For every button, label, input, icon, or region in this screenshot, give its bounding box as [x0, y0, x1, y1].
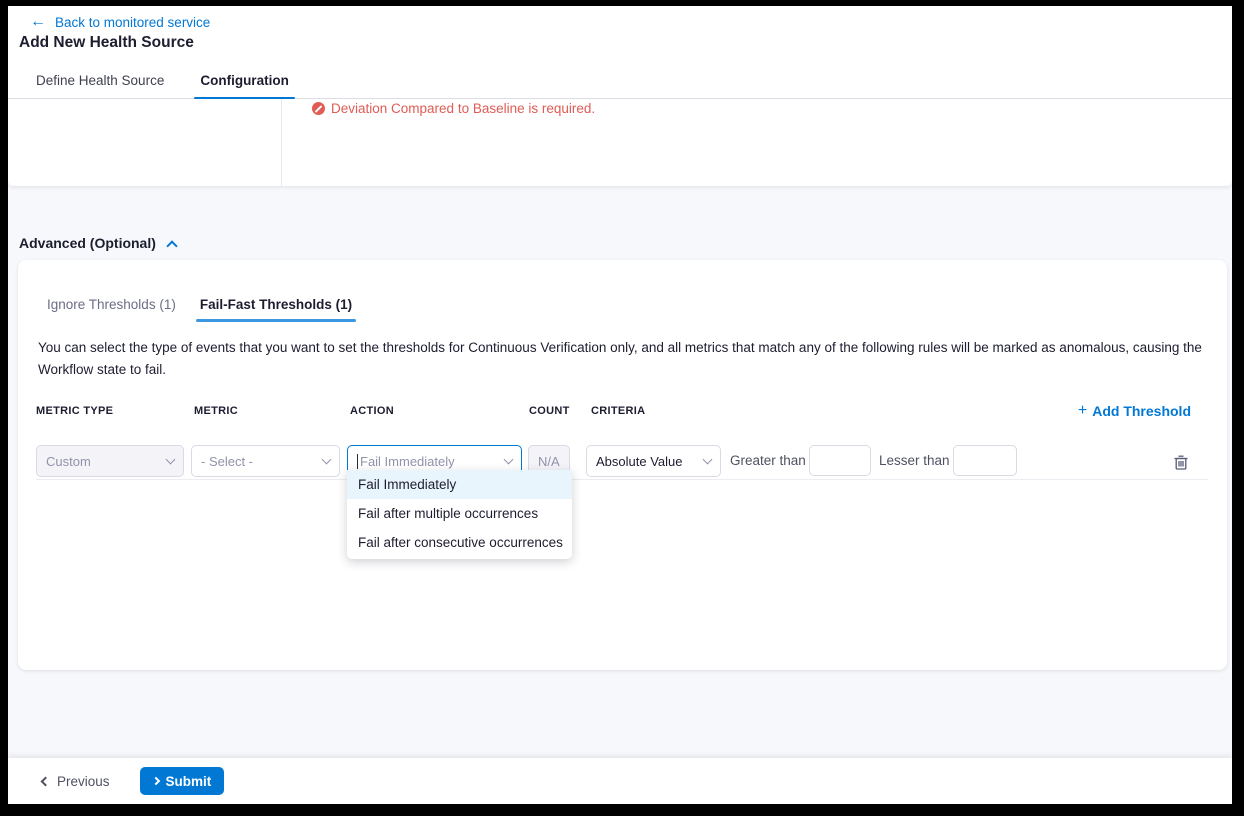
threshold-row: Custom - Select - Fail Immediately N/A A… [18, 445, 1227, 478]
trash-icon [1173, 454, 1189, 471]
greater-than-input[interactable] [809, 445, 871, 476]
thresholds-description: You can select the type of events that y… [38, 337, 1203, 380]
previous-button[interactable]: Previous [42, 774, 110, 789]
action-value-wrap: Fail Immediately [357, 454, 455, 469]
thresholds-table-header: METRIC TYPE METRIC ACTION COUNT CRITERIA… [18, 405, 1227, 421]
validation-error-text: Deviation Compared to Baseline is requir… [331, 101, 595, 116]
page-header: ← Back to monitored service Add New Heal… [8, 6, 1232, 62]
count-value: N/A [538, 454, 560, 469]
metric-select[interactable]: - Select - [191, 445, 340, 477]
advanced-optional-toggle[interactable]: Advanced (Optional) [19, 235, 176, 251]
footer-bar: Previous Submit [8, 758, 1232, 804]
back-arrow-icon: ← [30, 14, 46, 30]
lesser-than-label: Lesser than [879, 453, 950, 468]
add-threshold-label: Add Threshold [1092, 403, 1191, 419]
tab-configuration[interactable]: Configuration [194, 62, 294, 98]
greater-than-label: Greater than [730, 453, 806, 468]
lesser-than-input[interactable] [953, 445, 1017, 476]
previous-label: Previous [57, 774, 110, 789]
back-link-label: Back to monitored service [55, 15, 210, 30]
back-to-monitored-service-link[interactable]: ← Back to monitored service [30, 14, 210, 30]
col-metric-type: METRIC TYPE [36, 405, 113, 417]
tab-ignore-thresholds[interactable]: Ignore Thresholds (1) [43, 297, 180, 322]
action-dropdown-menu: Fail Immediately Fail after multiple occ… [347, 470, 572, 559]
action-value: Fail Immediately [360, 454, 455, 469]
thresholds-tabbar: Ignore Thresholds (1) Fail-Fast Threshol… [18, 260, 1227, 322]
metric-type-value: Custom [46, 454, 91, 469]
menu-item-fail-immediately[interactable]: Fail Immediately [347, 470, 572, 499]
error-icon [312, 102, 325, 115]
thresholds-card: Ignore Thresholds (1) Fail-Fast Threshol… [18, 260, 1227, 670]
metric-value: - Select - [201, 454, 253, 469]
tab-define-health-source[interactable]: Define Health Source [30, 62, 170, 98]
row-divider [36, 479, 1208, 480]
tab-fail-fast-thresholds[interactable]: Fail-Fast Thresholds (1) [196, 297, 356, 322]
chevron-down-icon [322, 454, 332, 464]
col-criteria: CRITERIA [591, 405, 645, 417]
page-title: Add New Health Source [19, 34, 194, 52]
chevron-down-icon [703, 454, 713, 464]
submit-label: Submit [166, 774, 212, 789]
col-metric: METRIC [194, 405, 238, 417]
col-action: ACTION [350, 405, 394, 417]
criteria-value: Absolute Value [596, 454, 683, 469]
chevron-right-icon [151, 777, 159, 785]
chevron-down-icon [504, 454, 514, 464]
add-threshold-button[interactable]: + Add Threshold [1078, 402, 1191, 420]
main-tabbar: Define Health Source Configuration [8, 62, 1232, 99]
criteria-select[interactable]: Absolute Value [586, 445, 721, 477]
advanced-heading-label: Advanced (Optional) [19, 235, 156, 251]
chevron-left-icon [41, 776, 51, 786]
menu-item-fail-after-multiple[interactable]: Fail after multiple occurrences [347, 499, 572, 528]
app-window: ← Back to monitored service Add New Heal… [8, 6, 1232, 804]
delete-threshold-button[interactable] [1170, 451, 1192, 473]
text-caret [357, 454, 358, 469]
chevron-down-icon [166, 454, 176, 464]
menu-item-fail-after-consecutive[interactable]: Fail after consecutive occurrences [347, 528, 572, 557]
submit-button[interactable]: Submit [140, 767, 225, 795]
plus-icon: + [1078, 402, 1087, 420]
panel-divider [281, 99, 282, 186]
col-count: COUNT [529, 405, 570, 417]
validation-error: Deviation Compared to Baseline is requir… [312, 99, 595, 116]
configuration-panel: Deviation Compared to Baseline is requir… [8, 99, 1232, 186]
metric-type-select[interactable]: Custom [36, 445, 184, 477]
chevron-up-icon [166, 240, 177, 251]
